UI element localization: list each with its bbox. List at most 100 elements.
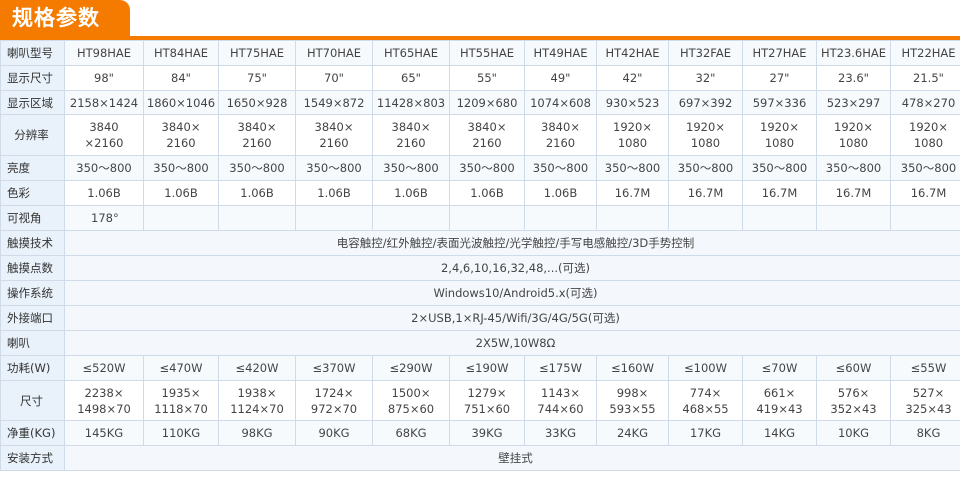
label-speaker: 喇叭 [0,330,65,356]
cell-weight: 98KG [218,420,296,446]
cell-resolution: 1920× 1080 [816,114,891,156]
cell-power: ≤190W [449,355,525,381]
cell-color: 1.06B [372,180,450,206]
cell-power: ≤160W [596,355,669,381]
cell-weight: 110KG [143,420,219,446]
cell-color: 1.06B [143,180,219,206]
value-ports: 2×USB,1×RJ-45/Wifi/3G/4G/5G(可选) [64,305,960,331]
label-ports: 外接端口 [0,305,65,331]
label-area: 显示区域 [0,90,65,115]
label-viewing-angle: 可视角 [0,205,65,231]
cell-weight: 90KG [295,420,373,446]
label-touch-points: 触摸点数 [0,255,65,281]
empty-cell [742,205,817,231]
cell-area: 597×336 [742,90,817,115]
cell-area: 523×297 [816,90,891,115]
cell-resolution: 3840× 2160 [449,114,525,156]
cell-dimensions: 1935× 1118×70 [143,380,219,421]
value-touch-tech: 电容触控/红外触控/表面光波触控/光学触控/手写电感触控/3D手势控制 [64,230,960,256]
cell-color: 16.7M [596,180,669,206]
cell-dimensions: 1724× 972×70 [295,380,373,421]
empty-cell [524,205,597,231]
cell-size: 70" [295,65,373,91]
cell-dimensions: 1143× 744×60 [524,380,597,421]
cell-resolution: 3840× 2160 [295,114,373,156]
row-dimensions: 尺寸 2238× 1498×70 1935× 1118×70 1938× 1124×7… [0,380,960,421]
cell-power: ≤100W [668,355,743,381]
row-color: 色彩 1.06B 1.06B 1.06B 1.06B 1.06B 1.06B 1.06B 16.… [0,180,960,206]
cell-power: ≤520W [64,355,144,381]
empty-cell [449,205,525,231]
cell-area: 1549×872 [295,90,373,115]
cell-weight: 68KG [372,420,450,446]
cell-size: 84" [143,65,219,91]
cell-model: HT27HAE [742,40,817,66]
cell-brightness: 350～800 [816,155,891,181]
row-mounting: 安装方式 壁挂式 [0,445,960,471]
label-size: 显示尺寸 [0,65,65,91]
cell-model: HT22HAE [890,40,960,66]
cell-brightness: 350～800 [890,155,960,181]
cell-model: HT65HAE [372,40,450,66]
empty-cell [218,205,296,231]
cell-model: HT55HAE [449,40,525,66]
cell-color: 1.06B [64,180,144,206]
label-brightness: 亮度 [0,155,65,181]
spec-table: 喇叭型号 HT98HAE HT84HAE HT75HAE HT70HAE HT65HAE H… [0,40,960,471]
row-model: 喇叭型号 HT98HAE HT84HAE HT75HAE HT70HAE HT65HAE H… [0,40,960,66]
cell-brightness: 350～800 [668,155,743,181]
cell-area: 697×392 [668,90,743,115]
cell-size: 49" [524,65,597,91]
label-touch-tech: 触摸技术 [0,230,65,256]
cell-dimensions: 1938× 1124×70 [218,380,296,421]
empty-cell [596,205,669,231]
cell-brightness: 350～800 [372,155,450,181]
empty-cell [890,205,960,231]
cell-size: 21.5" [890,65,960,91]
cell-dimensions: 661× 419×43 [742,380,817,421]
cell-resolution: 3840 ×2160 [64,114,144,156]
cell-model: HT49HAE [524,40,597,66]
empty-cell [668,205,743,231]
cell-dimensions: 998× 593×55 [596,380,669,421]
cell-model: HT42HAE [596,40,669,66]
cell-dimensions: 1279× 751×60 [449,380,525,421]
cell-resolution: 1920× 1080 [742,114,817,156]
cell-size: 98" [64,65,144,91]
cell-weight: 145KG [64,420,144,446]
label-resolution: 分辨率 [0,114,65,156]
label-power: 功耗(W) [0,355,65,381]
row-brightness: 亮度 350～800 350～800 350～800 350～800 350～800 350… [0,155,960,181]
row-weight: 净重(KG) 145KG 110KG 98KG 90KG 68KG 39KG 33KG 24KG… [0,420,960,446]
cell-power: ≤55W [890,355,960,381]
value-viewing-angle: 178° [64,205,144,231]
cell-dimensions: 1500× 875×60 [372,380,450,421]
cell-resolution: 1920× 1080 [668,114,743,156]
cell-brightness: 350～800 [449,155,525,181]
label-dimensions: 尺寸 [0,380,65,421]
cell-color: 1.06B [218,180,296,206]
label-color: 色彩 [0,180,65,206]
cell-model: HT75HAE [218,40,296,66]
cell-brightness: 350～800 [596,155,669,181]
label-os: 操作系统 [0,280,65,306]
cell-brightness: 350～800 [742,155,817,181]
cell-area: 478×270 [890,90,960,115]
cell-power: ≤60W [816,355,891,381]
label-model: 喇叭型号 [0,40,65,66]
cell-resolution: 1920× 1080 [596,114,669,156]
section-title: 规格参数 [0,0,130,36]
empty-cell [816,205,891,231]
label-mounting: 安装方式 [0,445,65,471]
cell-weight: 17KG [668,420,743,446]
cell-power: ≤470W [143,355,219,381]
cell-weight: 10KG [816,420,891,446]
cell-brightness: 350～800 [295,155,373,181]
cell-model: HT84HAE [143,40,219,66]
cell-brightness: 350～800 [218,155,296,181]
cell-area: 930×523 [596,90,669,115]
empty-cell [372,205,450,231]
row-viewing-angle: 可视角 178° [0,205,960,231]
empty-cell [143,205,219,231]
cell-resolution: 3840× 2160 [524,114,597,156]
